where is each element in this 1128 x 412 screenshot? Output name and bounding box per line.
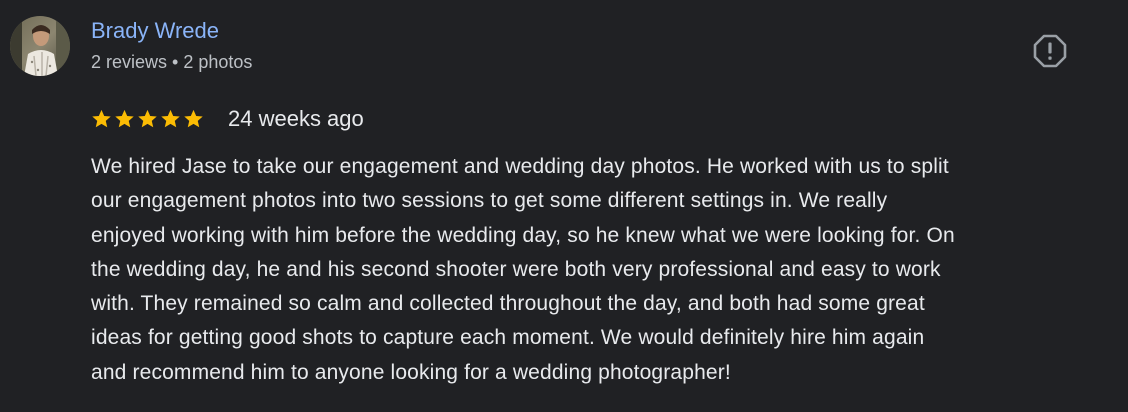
review-text-line: enjoyed working with him before the wedd… [91, 223, 955, 247]
review-date: 24 weeks ago [228, 106, 364, 131]
star-rating [91, 109, 206, 129]
rating-row: 24 weeks ago [91, 104, 364, 134]
review-text-line: and recommend him to anyone looking for … [91, 360, 731, 384]
star-icon [91, 109, 112, 129]
avatar[interactable] [10, 16, 70, 76]
star-icon [137, 109, 158, 129]
reviewer-name[interactable]: Brady Wrede [91, 17, 219, 45]
review-text-line: ideas for getting good shots to capture … [91, 326, 925, 350]
review-text-line: our engagement photos into two sessions … [91, 189, 888, 213]
report-icon [1033, 34, 1067, 68]
review-text-line: the wedding day, he and his second shoot… [91, 257, 941, 281]
review-text-line: with. They remained so calm and collecte… [91, 292, 925, 316]
review-card: Brady Wrede 2 reviews • 2 photos 24 week… [0, 0, 1128, 412]
star-icon [183, 109, 204, 129]
review-text-line: We hired Jase to take our engagement and… [91, 155, 949, 178]
star-icon [114, 109, 135, 129]
reviewer-meta: 2 reviews • 2 photos [91, 52, 253, 72]
review-text: We hired Jase to take our engagement and… [91, 150, 1091, 390]
star-icon [160, 109, 181, 129]
report-button[interactable] [1026, 27, 1074, 75]
